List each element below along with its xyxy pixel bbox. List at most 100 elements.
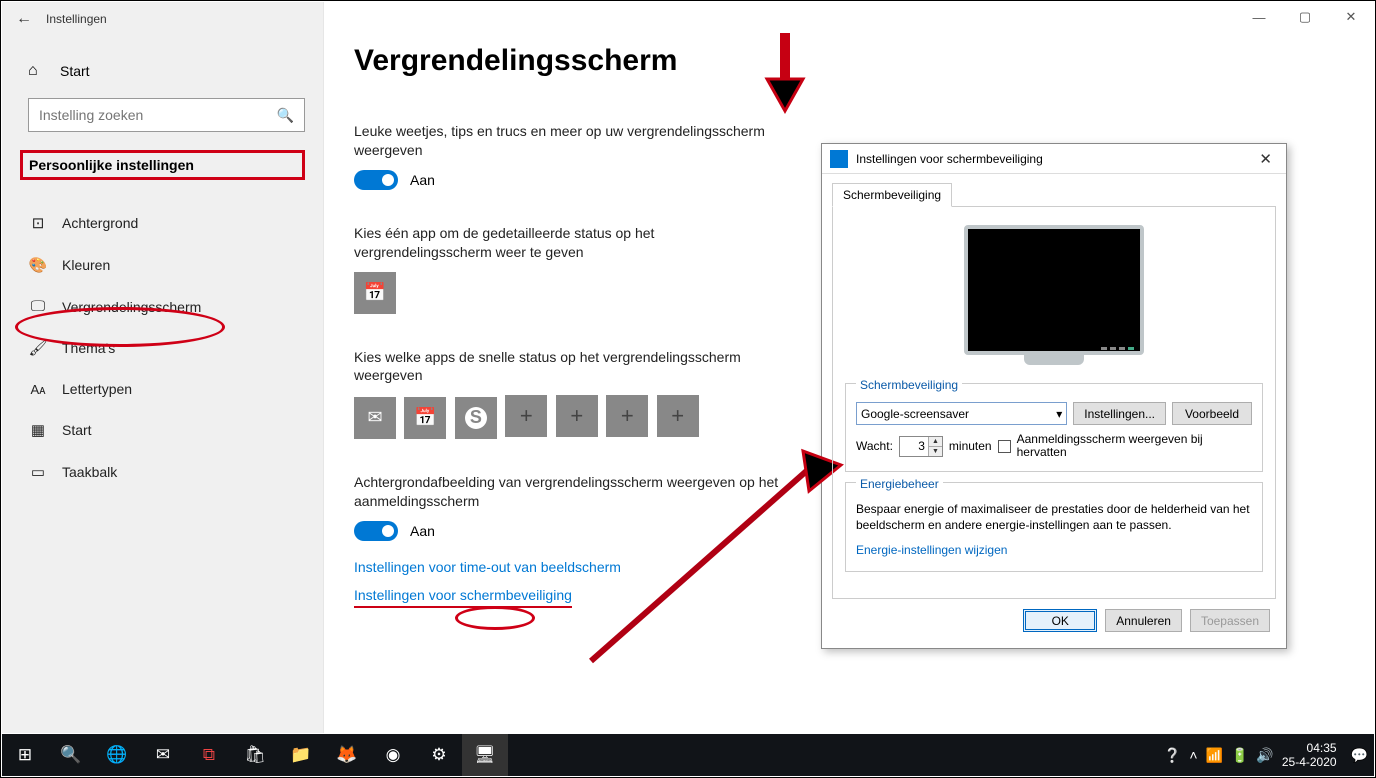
tray-clock[interactable]: 04:35 25-4-2020	[1282, 741, 1337, 769]
quick-app-skype[interactable]: S	[455, 397, 497, 439]
tab-screensaver[interactable]: Schermbeveiliging	[832, 183, 952, 207]
detailed-status-label: Kies één app om de gedetailleerde status…	[354, 224, 794, 262]
window-title: Instellingen	[46, 12, 107, 26]
dialog-apply-button[interactable]: Toepassen	[1190, 609, 1270, 632]
quick-app-add-2[interactable]: +	[556, 395, 598, 437]
wait-minutes-spinner[interactable]: ▲▼	[899, 436, 943, 457]
background-icon: ⊡	[28, 214, 48, 232]
resume-checkbox[interactable]	[998, 440, 1011, 453]
annotation-ellipse-timeout	[455, 606, 535, 630]
nav-background[interactable]: ⊡ Achtergrond	[2, 202, 323, 244]
tips-toggle-state: Aan	[410, 172, 435, 188]
home-icon: ⌂	[28, 62, 46, 80]
search-input[interactable]	[39, 107, 277, 123]
screensaver-settings-button[interactable]: Instellingen...	[1073, 402, 1166, 425]
taskbar-firefox-icon[interactable]: 🦊	[324, 734, 370, 776]
tips-toggle[interactable]	[354, 170, 398, 190]
spinner-up[interactable]: ▲	[929, 437, 942, 447]
link-part: Instellingen voor	[354, 559, 460, 575]
nav-colors[interactable]: 🎨 Kleuren	[2, 244, 323, 286]
taskbar-picasa-icon[interactable]: ◉	[370, 734, 416, 776]
search-box[interactable]: 🔍	[28, 98, 305, 132]
close-button[interactable]: ✕	[1328, 2, 1374, 32]
wait-unit: minuten	[949, 439, 992, 453]
nav-taskbar[interactable]: ▭ Taakbalk	[2, 451, 323, 493]
page-heading: Vergrendelingsscherm	[354, 44, 1344, 78]
dialog-titlebar: Instellingen voor schermbeveiliging ✕	[822, 144, 1286, 174]
taskbar-settings-icon[interactable]: ⚙	[416, 734, 462, 776]
wait-label: Wacht:	[856, 439, 893, 453]
back-button[interactable]: ←	[2, 10, 46, 28]
taskbar-screensaver-icon[interactable]: 🖥	[462, 734, 508, 776]
tray-notifications-icon[interactable]: 💬	[1351, 747, 1368, 764]
taskbar-explorer-icon[interactable]: 📁	[278, 734, 324, 776]
nav-fonts[interactable]: Aᴀ Lettertypen	[2, 369, 323, 409]
quick-app-calendar[interactable]: 📅	[404, 397, 446, 439]
tray-battery-icon[interactable]: 🔋	[1231, 747, 1248, 764]
wait-minutes-input[interactable]	[900, 437, 928, 456]
minimize-button[interactable]: —	[1236, 2, 1282, 32]
nav-label: Taakbalk	[62, 464, 117, 480]
quick-app-add-4[interactable]: +	[657, 395, 699, 437]
taskbar: ⊞ 🔍 🌐 ✉ ⧉ 🛍 📁 🦊 ◉ ⚙ 🖥 ❔ ˄ 📶 🔋 🔊 04:35 25…	[2, 734, 1374, 776]
system-tray: ❔ ˄ 📶 🔋 🔊 04:35 25-4-2020 💬	[1164, 741, 1368, 769]
taskbar-office-icon[interactable]: ⧉	[186, 734, 232, 776]
taskbar-start-button[interactable]: ⊞	[2, 734, 48, 776]
fieldset-power-legend: Energiebeheer	[856, 477, 943, 491]
taskbar-icon: ▭	[28, 463, 48, 481]
detailed-status-app-calendar[interactable]: 📅	[354, 272, 396, 314]
link-screensaver-settings[interactable]: Instellingen voor schermbeveiliging	[354, 587, 572, 608]
start-icon: ▦	[28, 421, 48, 439]
tray-wifi-icon[interactable]: 📶	[1206, 747, 1223, 764]
screensaver-select-value: Google-screensaver	[861, 407, 969, 421]
maximize-button[interactable]: ▢	[1282, 2, 1328, 32]
dialog-close-button[interactable]: ✕	[1253, 150, 1278, 168]
titlebar: ← Instellingen — ▢ ✕	[2, 2, 1374, 36]
bg-signin-toggle[interactable]	[354, 521, 398, 541]
tips-description: Leuke weetjes, tips en trucs en meer op …	[354, 122, 794, 160]
quick-app-add-1[interactable]: +	[505, 395, 547, 437]
link-part: van beeldscherm	[510, 559, 621, 575]
taskbar-search-button[interactable]: 🔍	[48, 734, 94, 776]
taskbar-store-icon[interactable]: 🛍	[232, 734, 278, 776]
nav-start[interactable]: ▦ Start	[2, 409, 323, 451]
tray-volume-icon[interactable]: 🔊	[1256, 747, 1273, 764]
dialog-cancel-button[interactable]: Annuleren	[1105, 609, 1182, 632]
tray-chevron-up-icon[interactable]: ˄	[1189, 747, 1197, 763]
screensaver-dialog: Instellingen voor schermbeveiliging ✕ Sc…	[821, 143, 1287, 649]
taskbar-mail-icon[interactable]: ✉	[140, 734, 186, 776]
power-description: Bespaar energie of maximaliseer de prest…	[856, 501, 1252, 533]
screensaver-preview-button[interactable]: Voorbeeld	[1172, 402, 1252, 425]
resume-label: Aanmeldingsscherm weergeven bij hervatte…	[1017, 433, 1252, 459]
tray-date: 25-4-2020	[1282, 755, 1337, 769]
screensaver-select[interactable]: Google-screensaver ▾	[856, 402, 1067, 425]
nav-label: Kleuren	[62, 257, 110, 273]
nav-label: Lettertypen	[62, 381, 132, 397]
tray-time: 04:35	[1282, 741, 1337, 755]
quick-status-label: Kies welke apps de snelle status op het …	[354, 348, 794, 386]
power-settings-link[interactable]: Energie-instellingen wijzigen	[856, 543, 1007, 557]
sidebar: ⌂ Start 🔍 Persoonlijke instellingen ⊡ Ac…	[2, 2, 324, 733]
search-icon: 🔍	[277, 107, 294, 124]
tray-help-icon[interactable]: ❔	[1164, 747, 1181, 764]
home-label: Start	[60, 63, 90, 79]
nav-label: Achtergrond	[62, 215, 138, 231]
dialog-icon	[830, 150, 848, 168]
dialog-ok-button[interactable]: OK	[1023, 609, 1097, 632]
dialog-title-text: Instellingen voor schermbeveiliging	[856, 152, 1253, 166]
link-timeout-word: time-out	[460, 559, 511, 575]
fonts-icon: Aᴀ	[28, 382, 48, 397]
taskbar-edge-icon[interactable]: 🌐	[94, 734, 140, 776]
palette-icon: 🎨	[28, 256, 48, 274]
bg-signin-label: Achtergrondafbeelding van vergrendelings…	[354, 473, 794, 511]
section-title: Persoonlijke instellingen	[20, 150, 305, 180]
themes-icon: 🖌	[28, 339, 48, 357]
bg-signin-state: Aan	[410, 523, 435, 539]
spinner-down[interactable]: ▼	[929, 447, 942, 456]
nav-label: Start	[62, 422, 92, 438]
home-link[interactable]: ⌂ Start	[2, 52, 323, 98]
fieldset-screensaver-legend: Schermbeveiliging	[856, 378, 962, 392]
quick-app-add-3[interactable]: +	[606, 395, 648, 437]
chevron-down-icon: ▾	[1056, 407, 1062, 421]
quick-app-mail[interactable]: ✉	[354, 397, 396, 439]
